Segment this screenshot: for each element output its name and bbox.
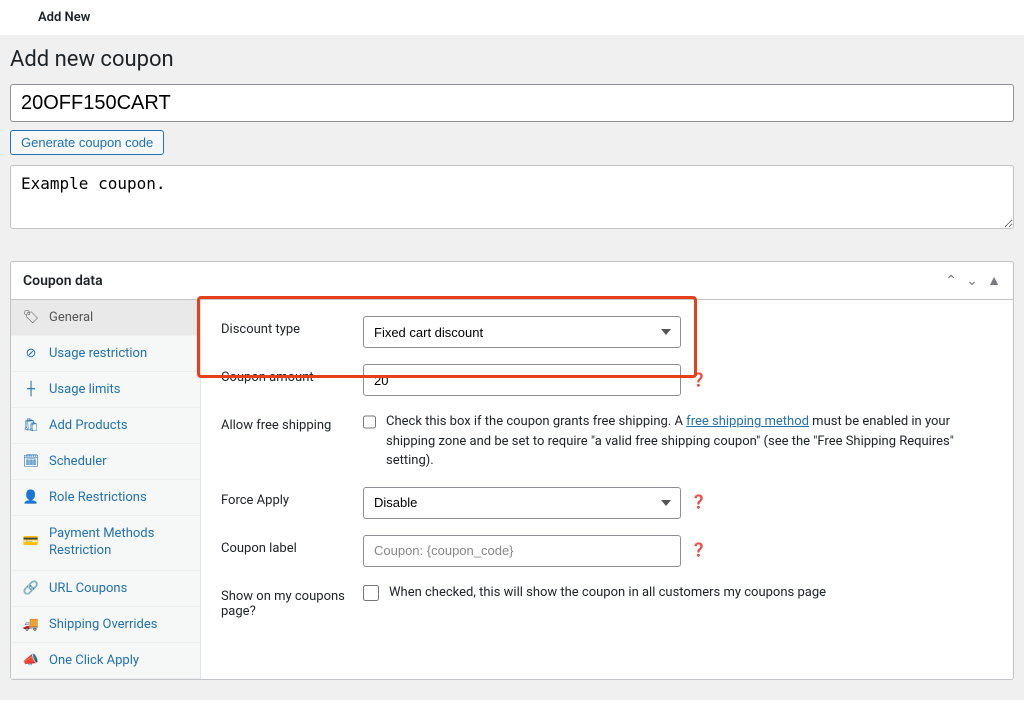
coupon-amount-label: Coupon amount bbox=[221, 364, 363, 385]
help-icon[interactable]: ❓ bbox=[691, 495, 707, 511]
breadcrumb-add-new: Add New bbox=[38, 10, 90, 25]
card-icon: 💳 bbox=[23, 534, 39, 551]
sidebar-item-payment-methods[interactable]: 💳 Payment Methods Restriction bbox=[11, 516, 200, 571]
coupon-label-input[interactable] bbox=[363, 535, 681, 567]
panel-move-up-icon[interactable]: ⌃ bbox=[945, 273, 957, 289]
calendar-icon: 🗓 bbox=[23, 454, 39, 469]
sidebar-item-shipping-overrides[interactable]: 🚚 Shipping Overrides bbox=[11, 607, 200, 643]
sidebar-item-label: Payment Methods Restriction bbox=[49, 526, 188, 560]
coupon-code-input[interactable] bbox=[10, 84, 1014, 122]
free-shipping-label: Allow free shipping bbox=[221, 412, 363, 433]
sidebar-item-add-products[interactable]: 🛍 Add Products bbox=[11, 408, 200, 444]
sidebar-item-label: One Click Apply bbox=[49, 653, 139, 668]
sidebar-item-label: General bbox=[49, 310, 93, 325]
show-my-coupons-desc: When checked, this will show the coupon … bbox=[389, 583, 826, 603]
show-my-coupons-label: Show on my coupons page? bbox=[221, 583, 363, 619]
sidebar-item-label: Add Products bbox=[49, 418, 128, 433]
side-tabs: 🏷 General ⊘ Usage restriction ┼ Usage li… bbox=[11, 300, 201, 679]
sidebar-item-label: Scheduler bbox=[49, 454, 107, 469]
help-icon[interactable]: ❓ bbox=[691, 543, 707, 559]
coupon-data-panel: Coupon data ⌃ ⌄ ▲ 🏷 General ⊘ Usage rest… bbox=[10, 261, 1014, 680]
sidebar-item-label: Usage restriction bbox=[49, 346, 147, 361]
free-shipping-method-link[interactable]: free shipping method bbox=[686, 414, 809, 429]
sidebar-item-scheduler[interactable]: 🗓 Scheduler bbox=[11, 444, 200, 480]
bag-icon: 🛍 bbox=[23, 418, 39, 433]
truck-icon: 🚚 bbox=[23, 617, 39, 632]
sidebar-item-usage-limits[interactable]: ┼ Usage limits bbox=[11, 372, 200, 408]
panel-content: Discount type Coupon amount ❓ Al bbox=[201, 300, 1013, 679]
panel-title: Coupon data bbox=[23, 273, 103, 289]
megaphone-icon: 📣 bbox=[23, 653, 39, 668]
free-shipping-checkbox[interactable] bbox=[363, 414, 376, 430]
sidebar-item-role-restrictions[interactable]: 👤 Role Restrictions bbox=[11, 480, 200, 516]
tag-icon: 🏷 bbox=[23, 310, 39, 325]
free-shipping-desc: Check this box if the coupon grants free… bbox=[386, 412, 983, 471]
user-icon: 👤 bbox=[23, 490, 39, 505]
force-apply-select[interactable] bbox=[363, 487, 681, 519]
breadcrumb: Add New bbox=[0, 0, 1024, 35]
discount-type-select[interactable] bbox=[363, 316, 681, 348]
sidebar-item-label: Usage limits bbox=[49, 382, 120, 397]
panel-toggle-icon[interactable]: ▲ bbox=[987, 273, 1001, 289]
sidebar-item-usage-restriction[interactable]: ⊘ Usage restriction bbox=[11, 336, 200, 372]
force-apply-label: Force Apply bbox=[221, 487, 363, 508]
sidebar-item-label: Shipping Overrides bbox=[49, 617, 157, 632]
coupon-label-label: Coupon label bbox=[221, 535, 363, 556]
sidebar-item-one-click-apply[interactable]: 📣 One Click Apply bbox=[11, 643, 200, 679]
plus-icon: ┼ bbox=[23, 382, 39, 397]
sidebar-item-url-coupons[interactable]: 🔗 URL Coupons bbox=[11, 571, 200, 607]
coupon-description-textarea[interactable] bbox=[10, 165, 1014, 229]
panel-move-down-icon[interactable]: ⌄ bbox=[966, 273, 978, 289]
help-icon[interactable]: ❓ bbox=[691, 372, 707, 388]
discount-type-label: Discount type bbox=[221, 316, 363, 337]
link-icon: 🔗 bbox=[23, 581, 39, 596]
coupon-amount-input[interactable] bbox=[363, 364, 681, 396]
show-my-coupons-checkbox[interactable] bbox=[363, 585, 379, 601]
generate-coupon-code-button[interactable]: Generate coupon code bbox=[10, 130, 164, 155]
sidebar-item-label: Role Restrictions bbox=[49, 490, 147, 505]
page-title: Add new coupon bbox=[10, 47, 1014, 72]
block-icon: ⊘ bbox=[23, 346, 39, 361]
sidebar-item-label: URL Coupons bbox=[49, 581, 127, 596]
sidebar-item-general[interactable]: 🏷 General bbox=[11, 300, 200, 336]
